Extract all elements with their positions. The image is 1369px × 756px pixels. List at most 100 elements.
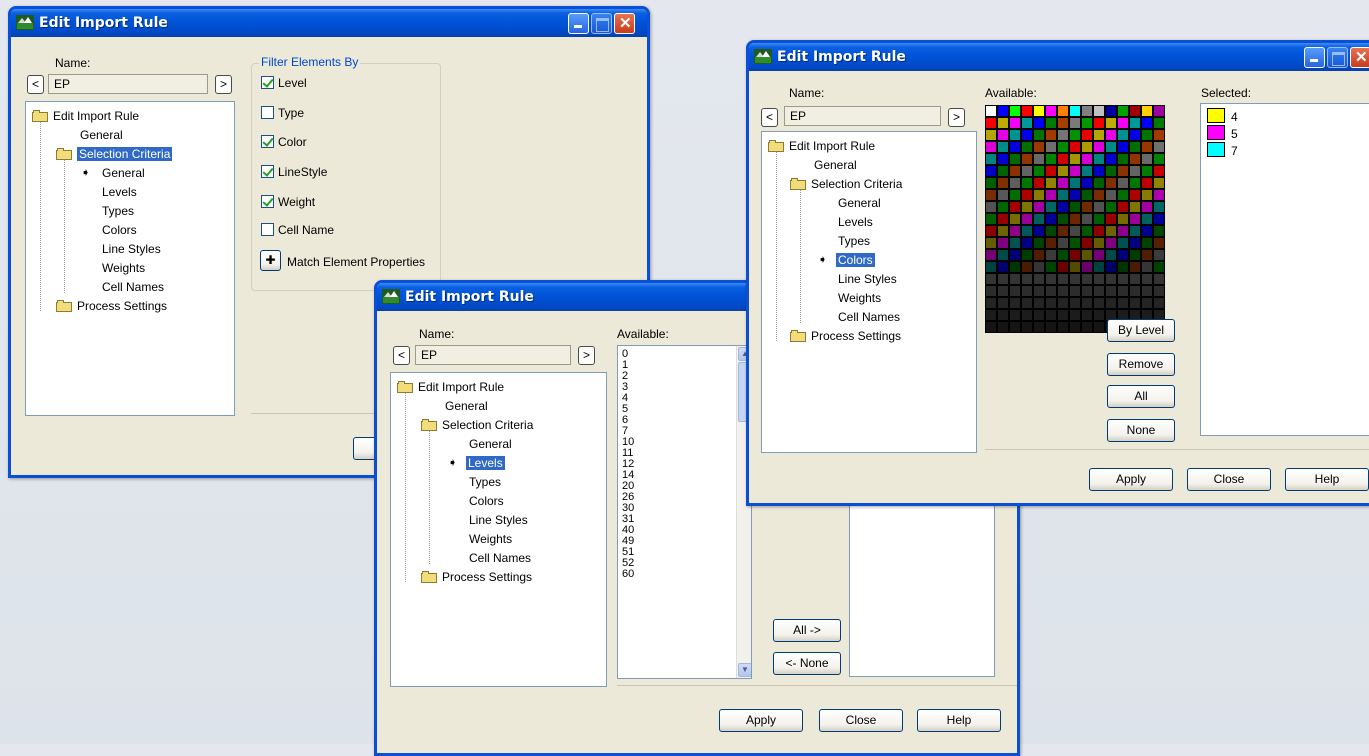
color-cell[interactable] <box>1021 321 1033 333</box>
color-cell[interactable] <box>1105 201 1117 213</box>
color-cell[interactable] <box>997 225 1009 237</box>
color-cell[interactable] <box>1129 237 1141 249</box>
color-cell[interactable] <box>1021 105 1033 117</box>
color-cell[interactable] <box>1009 117 1021 129</box>
color-cell[interactable] <box>985 273 997 285</box>
tree-root[interactable]: Edit Import Rule <box>768 138 875 154</box>
color-cell[interactable] <box>1105 249 1117 261</box>
name-field[interactable]: EP <box>415 345 571 365</box>
color-cell[interactable] <box>1129 189 1141 201</box>
color-cell[interactable] <box>1117 213 1129 225</box>
color-cell[interactable] <box>1069 261 1081 273</box>
color-cell[interactable] <box>1021 309 1033 321</box>
color-cell[interactable] <box>1021 153 1033 165</box>
color-cell[interactable] <box>1033 177 1045 189</box>
tree-types[interactable]: Types <box>102 203 134 219</box>
title-bar[interactable]: Edit Import Rule ✕ <box>749 43 1369 71</box>
color-cell[interactable] <box>1153 249 1165 261</box>
color-cell[interactable] <box>1093 249 1105 261</box>
color-cell[interactable] <box>1045 261 1057 273</box>
color-cell[interactable] <box>1153 177 1165 189</box>
color-cell[interactable] <box>1009 213 1021 225</box>
color-cell[interactable] <box>1057 237 1069 249</box>
color-cell[interactable] <box>1093 105 1105 117</box>
close-dialog-button[interactable]: Close <box>1187 468 1271 491</box>
color-cell[interactable] <box>1057 297 1069 309</box>
color-cell[interactable] <box>985 261 997 273</box>
color-cell[interactable] <box>1081 297 1093 309</box>
color-cell[interactable] <box>1045 249 1057 261</box>
color-cell[interactable] <box>1105 273 1117 285</box>
tree-panel[interactable]: Edit Import Rule General Selection Crite… <box>25 101 235 416</box>
color-cell[interactable] <box>985 117 997 129</box>
color-cell[interactable] <box>1033 213 1045 225</box>
scroll-down-button[interactable]: ▼ <box>738 663 751 677</box>
color-cell[interactable] <box>1081 129 1093 141</box>
color-cell[interactable] <box>1117 129 1129 141</box>
color-cell[interactable] <box>1045 285 1057 297</box>
color-cell[interactable] <box>1153 201 1165 213</box>
color-cell[interactable] <box>1009 153 1021 165</box>
color-cell[interactable] <box>1153 105 1165 117</box>
color-cell[interactable] <box>997 117 1009 129</box>
color-cell[interactable] <box>1009 225 1021 237</box>
color-cell[interactable] <box>1153 273 1165 285</box>
color-cell[interactable] <box>985 213 997 225</box>
tree-line-styles[interactable]: Line Styles <box>469 512 528 528</box>
tree-general[interactable]: General <box>445 398 488 414</box>
color-cell[interactable] <box>1105 213 1117 225</box>
color-cell[interactable] <box>1105 129 1117 141</box>
color-cell[interactable] <box>1057 201 1069 213</box>
color-cell[interactable] <box>997 141 1009 153</box>
color-cell[interactable] <box>1057 117 1069 129</box>
color-cell[interactable] <box>997 297 1009 309</box>
color-cell[interactable] <box>1069 153 1081 165</box>
filter-cell-name-checkbox[interactable]: Cell Name <box>261 222 334 238</box>
color-cell[interactable] <box>1141 273 1153 285</box>
tree-process-settings[interactable]: Process Settings <box>56 298 167 314</box>
color-cell[interactable] <box>1105 153 1117 165</box>
color-cell[interactable] <box>1057 309 1069 321</box>
color-cell[interactable] <box>1045 225 1057 237</box>
color-cell[interactable] <box>1045 141 1057 153</box>
color-cell[interactable] <box>1033 189 1045 201</box>
color-cell[interactable] <box>1081 309 1093 321</box>
color-cell[interactable] <box>1033 249 1045 261</box>
color-cell[interactable] <box>1033 309 1045 321</box>
level-item[interactable]: 60 <box>622 569 634 580</box>
color-cell[interactable] <box>985 177 997 189</box>
color-cell[interactable] <box>1093 213 1105 225</box>
color-cell[interactable] <box>1105 225 1117 237</box>
color-cell[interactable] <box>1057 165 1069 177</box>
color-cell[interactable] <box>1153 129 1165 141</box>
color-cell[interactable] <box>1021 141 1033 153</box>
close-button[interactable]: ✕ <box>614 13 635 34</box>
color-cell[interactable] <box>1081 285 1093 297</box>
color-cell[interactable] <box>1129 165 1141 177</box>
color-cell[interactable] <box>1009 201 1021 213</box>
tree-process-settings[interactable]: Process Settings <box>790 328 901 344</box>
color-cell[interactable] <box>985 189 997 201</box>
close-dialog-button[interactable]: Close <box>819 709 903 732</box>
close-button[interactable]: ✕ <box>1350 47 1369 68</box>
name-field[interactable]: EP <box>784 106 941 126</box>
color-cell[interactable] <box>1009 141 1021 153</box>
color-cell[interactable] <box>1009 321 1021 333</box>
color-cell[interactable] <box>1009 129 1021 141</box>
color-cell[interactable] <box>1081 165 1093 177</box>
color-cell[interactable] <box>997 273 1009 285</box>
color-cell[interactable] <box>997 237 1009 249</box>
color-cell[interactable] <box>1093 237 1105 249</box>
color-cell[interactable] <box>1153 117 1165 129</box>
color-cell[interactable] <box>1009 249 1021 261</box>
color-cell[interactable] <box>1033 321 1045 333</box>
color-cell[interactable] <box>1057 189 1069 201</box>
tree-process-settings[interactable]: Process Settings <box>421 569 532 585</box>
color-cell[interactable] <box>1105 261 1117 273</box>
color-cell[interactable] <box>997 261 1009 273</box>
color-cell[interactable] <box>1033 129 1045 141</box>
selected-levels-list[interactable] <box>849 505 995 677</box>
color-cell[interactable] <box>1129 213 1141 225</box>
color-cell[interactable] <box>997 309 1009 321</box>
color-cell[interactable] <box>1033 273 1045 285</box>
